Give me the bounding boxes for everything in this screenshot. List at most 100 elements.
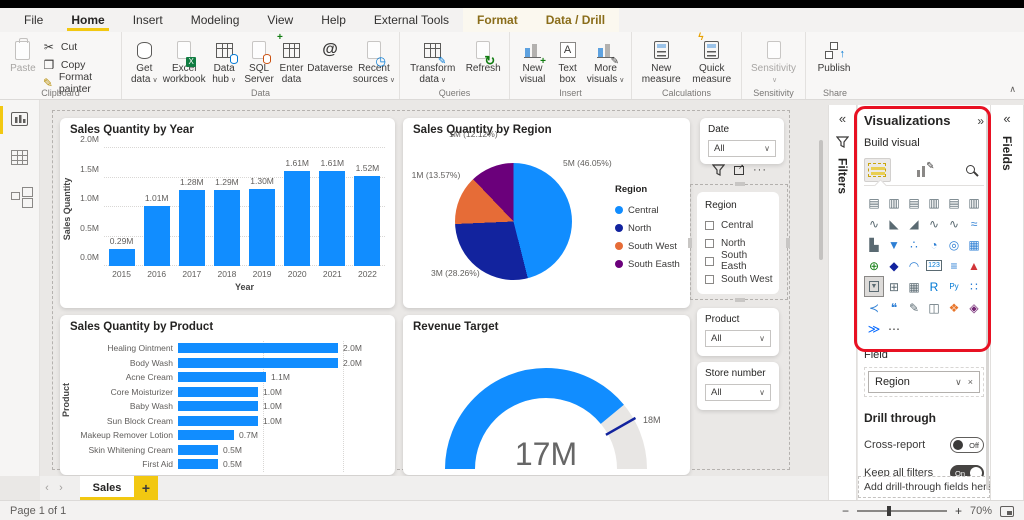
pie-chart[interactable] [455, 163, 572, 280]
new-visual-button[interactable]: + New visual [514, 35, 551, 85]
visual-type-treemap[interactable]: ▦ [964, 234, 984, 255]
analytics-tab[interactable] [957, 158, 984, 182]
bar-2021[interactable] [319, 171, 345, 266]
next-page-arrow[interactable]: › [54, 476, 68, 500]
expand-fields-icon[interactable]: « [991, 105, 1023, 126]
visual-type-line-and-stacked-column-chart[interactable]: ∿ [924, 213, 944, 234]
menu-tab-data-drill[interactable]: Data / Drill [532, 8, 619, 32]
report-view-button[interactable] [11, 112, 28, 126]
gauge-chart[interactable]: 17M [421, 341, 671, 473]
bar-core-moisturizer[interactable] [178, 387, 258, 397]
checkbox-icon[interactable] [705, 221, 714, 230]
text-box-button[interactable]: A Text box [551, 35, 584, 85]
zoom-slider[interactable] [857, 510, 947, 512]
enter-data-button[interactable]: + Enter data [276, 35, 308, 85]
bar-2022[interactable] [354, 176, 380, 266]
chevron-down-icon[interactable]: ∨ [955, 377, 962, 388]
report-canvas[interactable]: Sales Quantity by Year 0.0M0.5M1.0M1.5M2… [40, 100, 828, 476]
visual-type-ribbon-chart[interactable]: ≈ [964, 213, 984, 234]
bar-2015[interactable] [109, 249, 135, 266]
menu-tab-modeling[interactable]: Modeling [177, 8, 254, 32]
visual-type-python-visual[interactable]: Py [944, 276, 964, 297]
transform-data-button[interactable]: ✎ Transform data∨ [404, 35, 461, 86]
quick-measure-button[interactable]: ϟ Quick measure [687, 35, 738, 85]
visual-type-clustered-column-chart[interactable]: ▥ [924, 192, 944, 213]
filter-icon[interactable] [712, 164, 725, 176]
pane-scrollbar[interactable] [986, 110, 989, 490]
drill-through-dropzone[interactable]: Add drill-through fields here [858, 476, 990, 498]
visual-type-line-chart[interactable]: ∿ [864, 213, 884, 234]
region-option-south-west[interactable]: South West [705, 270, 775, 288]
visual-type-more-options[interactable]: ⋯ [884, 318, 904, 339]
legend-item-south-easth[interactable]: South Easth [615, 255, 680, 273]
collapse-pane-icon[interactable]: » [977, 114, 984, 128]
canvas-scrollbar[interactable] [819, 140, 823, 260]
slicer-date[interactable]: Date All∨ [700, 118, 784, 164]
new-page-button[interactable]: + [134, 476, 158, 500]
visual-type-stacked-column-chart[interactable]: ▥ [884, 192, 904, 213]
more-options-icon[interactable]: ··· [753, 164, 767, 176]
region-option-south-easth[interactable]: South Easth [705, 252, 775, 270]
sensitivity-button[interactable]: Sensitivity ∨ [746, 35, 801, 86]
paste-button[interactable]: Paste [4, 35, 42, 74]
dataverse-button[interactable]: @ Dataverse [307, 35, 353, 74]
visual-revenue-target[interactable]: Revenue Target 17M 18M [403, 315, 690, 475]
format-visual-tab[interactable] [911, 158, 938, 182]
bar-makeup-remover-lotion[interactable] [178, 430, 234, 440]
menu-tab-home[interactable]: Home [57, 8, 118, 32]
visual-type-slicer[interactable]: ▼ [864, 276, 884, 297]
visual-type-stacked-bar-chart[interactable]: ▤ [864, 192, 884, 213]
visual-type-power-automate[interactable]: ≫ [864, 318, 884, 339]
filters-pane-collapsed[interactable]: « Filters [828, 105, 857, 500]
zoom-out-button[interactable]: − [842, 504, 849, 518]
visual-type-area-chart[interactable]: ◣ [884, 213, 904, 234]
visual-type-line-and-clustered-column-chart[interactable]: ∿ [944, 213, 964, 234]
previous-page-arrow[interactable]: ‹ [40, 476, 54, 500]
publish-button[interactable]: ↑ Publish [810, 35, 858, 74]
remove-field-icon[interactable]: × [968, 377, 973, 387]
visual-sales-quantity-by-region[interactable]: Sales Quantity by Region 5M (46.05%) 3M … [403, 118, 690, 308]
menu-tab-view[interactable]: View [253, 8, 307, 32]
product-dropdown[interactable]: All∨ [705, 330, 771, 347]
collapse-ribbon-icon[interactable]: ∧ [1009, 84, 1016, 95]
get-data-button[interactable]: Get data∨ [126, 35, 163, 86]
visual-type-pie-chart[interactable]: ◔ [924, 234, 944, 255]
visual-type-100-stacked-column-chart[interactable]: ▥ [964, 192, 984, 213]
visual-type-matrix[interactable]: ▦ [904, 276, 924, 297]
visual-type-key-influencers[interactable]: ∷ [964, 276, 984, 297]
region-option-central[interactable]: Central [705, 216, 775, 234]
visual-type-r-script-visual[interactable]: R [924, 276, 944, 297]
new-measure-button[interactable]: New measure [636, 35, 687, 85]
build-visual-tab[interactable] [864, 158, 891, 182]
page-tab-sales[interactable]: Sales [80, 476, 134, 500]
menu-tab-insert[interactable]: Insert [119, 8, 177, 32]
fit-to-page-icon[interactable] [1000, 506, 1014, 517]
checkbox-icon[interactable] [705, 275, 714, 284]
checkbox-icon[interactable] [705, 257, 714, 266]
model-view-button[interactable] [11, 192, 20, 200]
store-number-dropdown[interactable]: All∨ [705, 384, 771, 401]
bar-2017[interactable] [179, 190, 205, 266]
visual-type-waterfall-chart[interactable]: ▙ [864, 234, 884, 255]
visual-type-decomposition-tree[interactable]: ≺ [864, 297, 884, 318]
bar-baby-wash[interactable] [178, 401, 258, 411]
menu-tab-external-tools[interactable]: External Tools [360, 8, 463, 32]
visual-type-map[interactable]: ⊕ [864, 255, 884, 276]
bar-first-aid[interactable] [178, 459, 218, 469]
fields-pane-collapsed[interactable]: « Fields [990, 105, 1024, 500]
slicer-store-number[interactable]: Store number All∨ [697, 362, 779, 410]
visual-type-donut-chart[interactable]: ◎ [944, 234, 964, 255]
visual-type-power-apps[interactable]: ◈ [964, 297, 984, 318]
expand-filters-icon[interactable]: « [829, 105, 856, 126]
menu-tab-format[interactable]: Format [463, 8, 532, 32]
visual-type-clustered-bar-chart[interactable]: ▤ [904, 192, 924, 213]
refresh-button[interactable]: ↻ Refresh [461, 35, 505, 74]
visual-type-gauge[interactable]: ◠ [904, 255, 924, 276]
data-hub-button[interactable]: Data hub∨ [206, 35, 243, 86]
visual-sales-quantity-by-product[interactable]: Sales Quantity by Product Healing Ointme… [60, 315, 395, 475]
zoom-in-button[interactable]: + [955, 504, 962, 518]
menu-tab-help[interactable]: Help [307, 8, 360, 32]
slicer-product[interactable]: Product All∨ [697, 308, 779, 356]
visual-type-kpi[interactable]: ▲ [964, 255, 984, 276]
checkbox-icon[interactable] [705, 239, 714, 248]
